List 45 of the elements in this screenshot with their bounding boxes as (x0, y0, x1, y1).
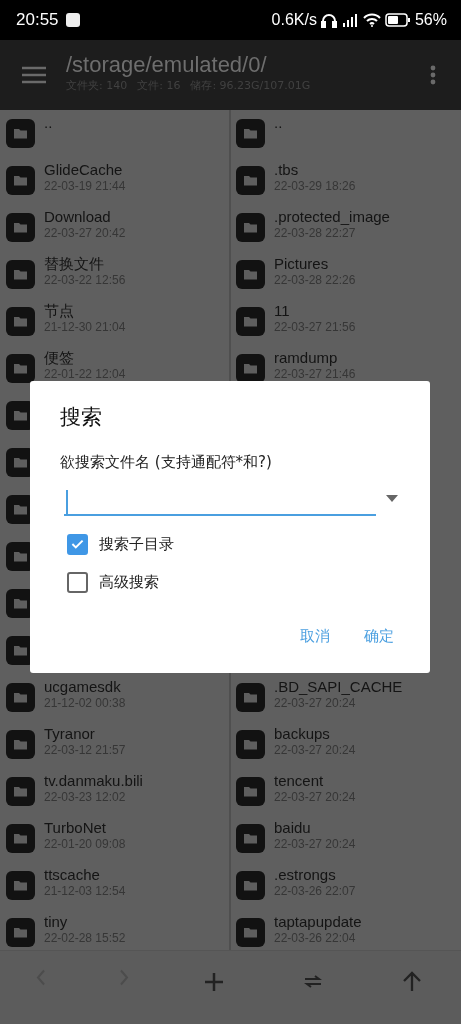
folder-name[interactable]: .BD_SAPI_CACHE (274, 678, 403, 696)
more-icon[interactable] (430, 65, 436, 85)
cancel-button[interactable]: 取消 (298, 623, 332, 650)
path-title: /storage/emulated/0/ (66, 51, 268, 78)
folder-name[interactable]: tiny (44, 913, 126, 931)
folder-name[interactable]: 替换文件 (44, 255, 126, 273)
menu-icon[interactable] (22, 66, 46, 84)
checkbox[interactable] (67, 533, 88, 555)
folder-name[interactable]: ucgamesdk (44, 678, 126, 696)
folder-name[interactable]: 11 (274, 302, 356, 320)
folder-name[interactable]: Tyranor (44, 725, 126, 743)
folder-name[interactable]: baidu (274, 819, 356, 837)
signal-icon (340, 13, 359, 27)
folder-name[interactable]: ttscache (44, 866, 126, 884)
option-label: 搜索子目录 (99, 534, 174, 554)
dialog-title: 搜索 (60, 404, 103, 431)
folder-name[interactable]: .estrongs (274, 866, 356, 884)
folder-name[interactable]: Pictures (274, 255, 356, 273)
folder-name[interactable]: tv.danmaku.bili (44, 772, 143, 790)
wifi-icon (362, 13, 381, 27)
ok-button[interactable]: 确定 (362, 623, 396, 650)
folder-name[interactable]: .tbs (274, 161, 356, 179)
dropdown-icon[interactable] (386, 494, 398, 502)
folder-name[interactable]: tencent (274, 772, 356, 790)
folder-icon[interactable] (236, 354, 265, 383)
battery-icon (384, 13, 411, 27)
folder-name[interactable]: 节点 (44, 302, 126, 320)
clock: 20:55 (16, 10, 59, 30)
folder-name[interactable]: .. (274, 114, 283, 132)
folder-name[interactable]: ramdump (274, 349, 356, 367)
notification-icon (65, 13, 80, 27)
folder-name[interactable]: TurboNet (44, 819, 126, 837)
field-label: 欲搜索文件名 (支持通配符*和?) (60, 453, 273, 472)
headphones-icon (320, 12, 337, 28)
option-label: 高级搜索 (99, 572, 159, 592)
folder-name[interactable]: backups (274, 725, 356, 743)
folder-name[interactable]: 便签 (44, 349, 126, 367)
battery-percent: 56% (414, 11, 447, 29)
folder-name[interactable]: GlideCache (44, 161, 126, 179)
folder-name[interactable]: .. (44, 114, 53, 132)
folder-name[interactable]: Download (44, 208, 126, 226)
network-speed: 0.6K/s (271, 11, 317, 29)
folder-name[interactable]: taptapupdate (274, 913, 362, 931)
checkbox[interactable] (67, 571, 88, 593)
folder-name[interactable]: .protected_image (274, 208, 390, 226)
